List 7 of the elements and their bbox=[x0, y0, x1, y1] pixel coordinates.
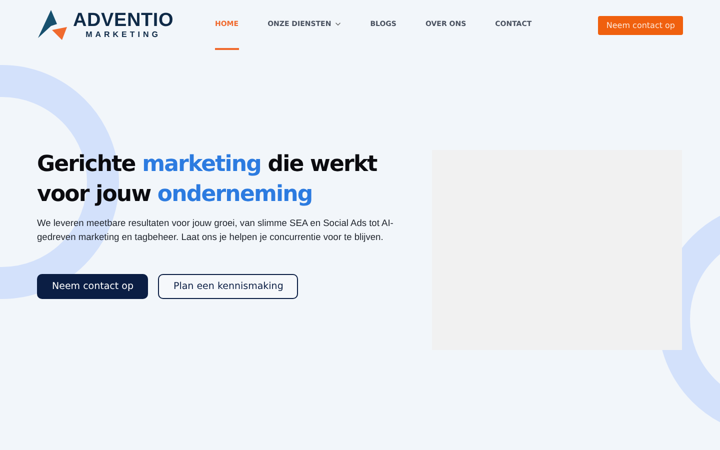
contact-button[interactable]: Neem contact op bbox=[37, 274, 148, 299]
headline: Gerichte marketing die werkt voor jouw onderneming bbox=[37, 151, 378, 209]
logo-name: ADVENTIO bbox=[73, 10, 174, 30]
intro-text: We leveren meetbare resultaten voor jouw groei, van slimme SEA en Social Ads tot AI-gedreven marketing en tagbeheer. Laat ons je helpen je concurrentie voor te blijven. bbox=[37, 217, 394, 244]
appointment-button[interactable]: Plan een kennismaking bbox=[158, 274, 298, 299]
logo-tagline: MARKETING bbox=[86, 30, 162, 40]
logo-icon bbox=[37, 9, 69, 41]
